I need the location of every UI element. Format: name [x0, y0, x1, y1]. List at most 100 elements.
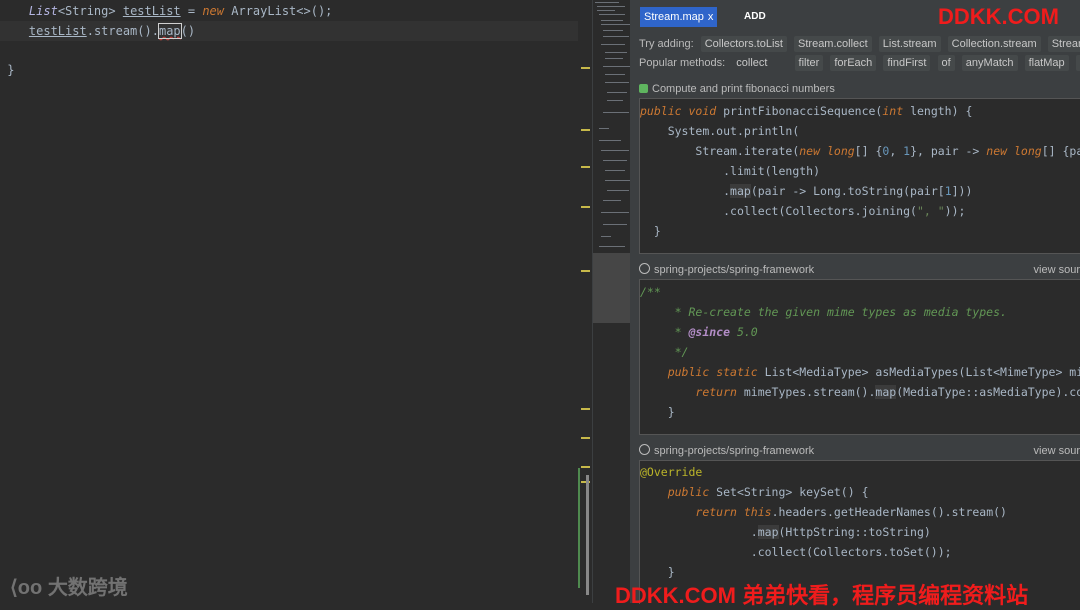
- code-token: .limit(length): [723, 164, 821, 178]
- code-token: }: [667, 565, 675, 579]
- view-source-link[interactable]: view sour: [1034, 443, 1080, 459]
- code-token: =: [180, 4, 203, 18]
- stripe-mark[interactable]: [581, 206, 590, 208]
- vcs-change-marker[interactable]: [578, 468, 580, 588]
- code-token: printFibonacciSequence(: [716, 104, 883, 118]
- code-token: .collect(Collectors.joining(: [723, 204, 917, 218]
- try-adding-chip[interactable]: Collection.stream: [947, 36, 1041, 52]
- stripe-mark[interactable]: [581, 67, 590, 69]
- popular-methods-label: Popular methods:: [639, 57, 726, 69]
- try-adding-chip[interactable]: Collectors.toList: [700, 36, 787, 52]
- popular-method-chip[interactable]: sorted: [1075, 55, 1080, 71]
- code-editor[interactable]: List<String> testList = new ArrayList<>(…: [0, 0, 592, 603]
- code-token: [] {pa: [1041, 144, 1080, 158]
- stripe-mark[interactable]: [581, 466, 590, 468]
- code-token: (pair -> Long.toString(pair[: [750, 184, 945, 198]
- example-line: .limit(length): [640, 161, 820, 181]
- code-token: (HttpString::toString): [778, 525, 931, 539]
- code-line-1[interactable]: List<String> testList = new ArrayList<>(…: [0, 1, 592, 21]
- code-token: [] {: [854, 144, 883, 158]
- example-line: return mimeTypes.stream().map(MediaType:…: [640, 382, 1080, 402]
- popular-method-chip[interactable]: forEach: [830, 55, 877, 71]
- code-token: static: [716, 365, 758, 379]
- stripe-mark[interactable]: [581, 408, 590, 410]
- example-line: */: [640, 342, 689, 362]
- code-token: .headers.getHeaderNames().stream(): [771, 505, 1007, 519]
- popular-method-chip[interactable]: collect: [732, 55, 771, 71]
- source-link-row[interactable]: spring-projects/spring-framework view sou…: [639, 443, 1080, 459]
- example-line: System.out.println(: [640, 121, 800, 141]
- code-token: ,: [889, 144, 904, 158]
- code-token-highlight: map: [875, 385, 897, 399]
- example-line: * Re-create the given mime types as medi…: [640, 302, 1007, 322]
- example-line: /**: [640, 282, 661, 302]
- stripe-mark[interactable]: [581, 166, 590, 168]
- code-token: long: [826, 144, 855, 158]
- try-adding-chip[interactable]: Stream.collect: [794, 36, 872, 52]
- add-button[interactable]: ADD: [744, 7, 766, 27]
- popular-methods-row: Popular methods: collect filter forEach …: [639, 55, 1080, 71]
- example-line: .collect(Collectors.toSet());: [640, 542, 952, 562]
- code-line-3[interactable]: }: [0, 60, 592, 80]
- code-token-highlight: map: [757, 525, 779, 539]
- example-line: public static List<MediaType> asMediaTyp…: [640, 362, 1080, 382]
- code-token: List: [28, 4, 58, 18]
- code-token: *: [674, 325, 689, 339]
- popular-method-chip[interactable]: anyMatch: [961, 55, 1018, 71]
- code-minimap[interactable]: [592, 0, 631, 603]
- try-adding-chip[interactable]: List.stream: [878, 36, 941, 52]
- code-token: testList: [122, 4, 181, 18]
- try-adding-chip[interactable]: Stream.filter: [1047, 36, 1080, 52]
- bulb-icon: [639, 84, 648, 93]
- code-token: public: [667, 365, 710, 379]
- repo-name[interactable]: spring-projects/spring-framework: [654, 264, 814, 276]
- code-token-map[interactable]: map: [157, 23, 182, 39]
- code-token: (MediaType::asMediaType).co: [896, 385, 1080, 399]
- repo-name[interactable]: spring-projects/spring-framework: [654, 445, 814, 457]
- minimap-viewport[interactable]: [593, 253, 631, 323]
- code-token: ArrayList<>();: [231, 4, 333, 18]
- code-token: mimeTypes.stream().: [736, 385, 876, 399]
- code-examples-panel: Stream.map x ADD DDKK.COM Try adding: Col…: [632, 0, 1080, 604]
- code-token: }: [7, 63, 15, 77]
- code-line-2[interactable]: testList.stream().map(): [0, 21, 592, 41]
- example-line: public Set<String> keySet() {: [640, 482, 869, 502]
- scrollbar-thumb[interactable]: [586, 475, 589, 595]
- view-source-link[interactable]: view sour: [1034, 262, 1080, 278]
- code-token: */: [674, 345, 689, 359]
- tab-stream-map[interactable]: Stream.map x: [640, 7, 718, 27]
- code-token: * Re-create the given mime types as medi…: [674, 305, 1007, 319]
- code-token: length) {: [903, 104, 973, 118]
- stripe-mark[interactable]: [581, 270, 590, 272]
- tab-label: Stream.map: [644, 11, 704, 23]
- close-icon[interactable]: x: [708, 11, 714, 23]
- code-token: this: [743, 505, 772, 519]
- popular-method-chip[interactable]: of: [937, 55, 955, 71]
- popular-method-chip[interactable]: filter: [794, 55, 824, 71]
- example-line: .collect(Collectors.joining(", "));: [640, 201, 965, 221]
- code-example-card[interactable]: /** * Re-create the given mime types as …: [639, 279, 1080, 435]
- stripe-mark[interactable]: [581, 129, 590, 131]
- code-token: public: [667, 485, 710, 499]
- example-line: @Override: [640, 462, 702, 482]
- suggestion-label: Compute and print fibonacci numbers: [652, 83, 835, 95]
- source-link-row[interactable]: spring-projects/spring-framework view sou…: [639, 262, 1080, 278]
- popular-method-chip[interactable]: flatMap: [1024, 55, 1069, 71]
- code-token: .: [723, 184, 731, 198]
- code-token: }: [653, 224, 661, 238]
- error-stripe[interactable]: [578, 0, 592, 603]
- code-token-highlight: map: [730, 184, 751, 198]
- stripe-mark[interactable]: [581, 437, 590, 439]
- example-line: Stream.iterate(new long[] {0, 1}, pair -…: [640, 141, 1080, 161]
- code-token: List<MediaType> asMediaTypes(List<MimeTy…: [757, 365, 1080, 379]
- code-token: long: [1014, 144, 1042, 158]
- channel-logo: ⟨oo 大数跨境: [10, 571, 128, 600]
- code-token: new: [202, 4, 225, 18]
- code-token: @Override: [640, 465, 703, 479]
- example-line: }: [640, 402, 675, 422]
- code-token: .: [151, 24, 159, 38]
- popular-method-chip[interactable]: findFirst: [883, 55, 931, 71]
- code-example-card[interactable]: public void printFibonacciSequence(int l…: [639, 98, 1080, 254]
- try-adding-row: Try adding: Collectors.toList Stream.col…: [639, 36, 1080, 52]
- suggestion-link[interactable]: Compute and print fibonacci numbers: [639, 82, 835, 96]
